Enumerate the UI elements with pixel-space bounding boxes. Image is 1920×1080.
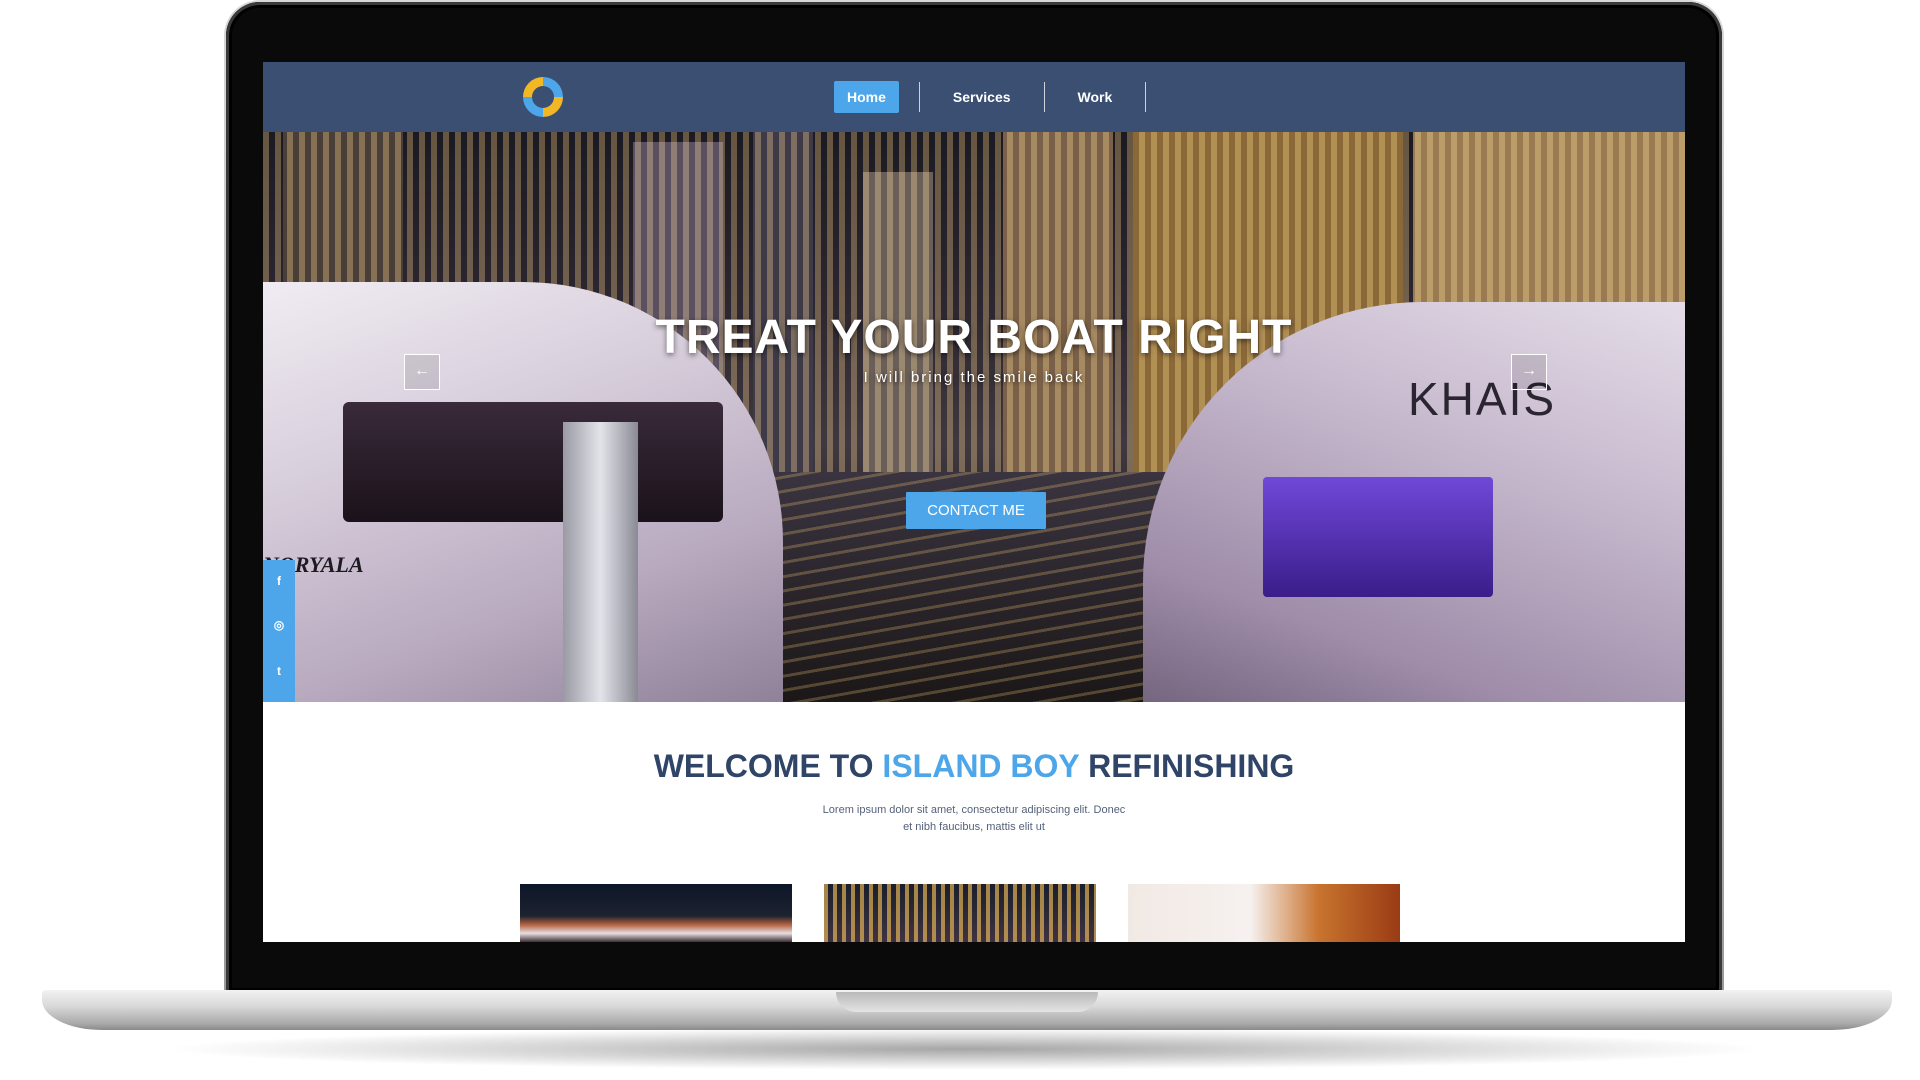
twitter-icon[interactable]: t — [263, 664, 295, 678]
welcome-suffix: REFINISHING — [1079, 748, 1295, 784]
instagram-icon[interactable]: ◎ — [263, 618, 295, 632]
yacht-left-deck — [343, 402, 723, 522]
main-nav: Home Services Work — [834, 81, 1166, 113]
welcome-highlight: ISLAND BOY — [882, 748, 1080, 784]
nav-item-services[interactable]: Services — [940, 81, 1024, 113]
slider-next-button[interactable]: → — [1511, 354, 1547, 390]
hero-subtitle: I will bring the smile back — [863, 369, 1085, 386]
hero-slider: NORYALA KHAIS TREAT YOUR BOAT RIGHT I wi… — [263, 132, 1685, 702]
slider-prev-button[interactable]: ← — [404, 354, 440, 390]
hero-title: TREAT YOUR BOAT RIGHT — [655, 311, 1293, 364]
dock-piling — [563, 422, 638, 702]
laptop-shadow — [160, 1028, 1770, 1070]
browser-screen: Home Services Work NORYALA KHAIS TREAT Y… — [263, 62, 1685, 942]
social-sidebar: f ◎ t — [263, 560, 295, 702]
nav-divider — [1145, 82, 1147, 112]
contact-me-button[interactable]: CONTACT ME — [906, 492, 1046, 529]
welcome-prefix: WELCOME TO — [653, 748, 883, 784]
arrow-left-icon: ← — [414, 362, 430, 379]
nav-item-work[interactable]: Work — [1065, 81, 1126, 113]
gallery-thumbnail[interactable] — [520, 884, 792, 942]
facebook-icon[interactable]: f — [263, 574, 295, 588]
site-header: Home Services Work — [263, 62, 1685, 132]
welcome-heading: WELCOME TO ISLAND BOY REFINISHING — [263, 748, 1685, 785]
gallery-thumbnail[interactable] — [824, 884, 1096, 942]
yacht-right-cabin — [1263, 477, 1493, 597]
welcome-description-line: Lorem ipsum dolor sit amet, consectetur … — [822, 804, 1126, 816]
nav-item-home[interactable]: Home — [834, 81, 899, 113]
nav-divider — [918, 82, 920, 112]
welcome-description-line: et nibh faucibus, mattis elit ut — [903, 821, 1045, 833]
nav-divider — [1043, 82, 1045, 112]
welcome-description: Lorem ipsum dolor sit amet, consectetur … — [774, 802, 1174, 836]
logo-icon[interactable] — [518, 72, 568, 122]
arrow-right-icon: → — [1521, 362, 1537, 379]
laptop-notch — [836, 992, 1098, 1012]
gallery-thumbnail[interactable] — [1128, 884, 1400, 942]
